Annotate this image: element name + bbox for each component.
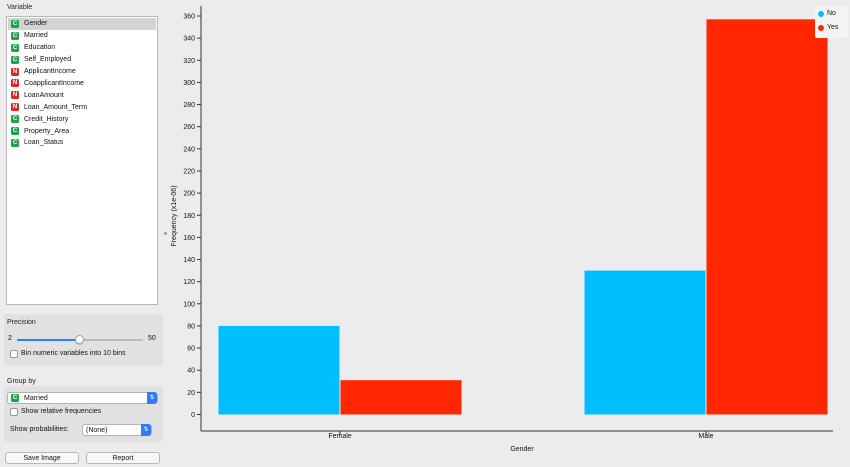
y-tick-label: 80 <box>187 323 195 330</box>
show-probabilities-value: (None) <box>86 426 108 434</box>
y-tick-label: 340 <box>183 36 195 43</box>
variable-name: CoapplicantIncome <box>24 79 84 87</box>
report-button[interactable]: Report <box>86 452 160 464</box>
variable-list-item[interactable]: C Married <box>8 30 156 42</box>
variable-name: Self_Employed <box>24 56 72 64</box>
y-tick-label: 120 <box>183 279 195 286</box>
legend-swatch <box>818 24 824 31</box>
variable-list-item[interactable]: C Property_Area <box>8 125 156 137</box>
y-tick-label: 220 <box>183 168 195 175</box>
variable-name: Married <box>24 32 48 40</box>
y-tick-label: 60 <box>187 346 195 353</box>
group-by-label: Group by <box>7 378 36 385</box>
variable-list-item[interactable]: C Self_Employed <box>8 54 156 66</box>
legend-label: Yes <box>827 24 839 31</box>
precision-min-label: 2 <box>8 335 12 342</box>
categorical-type-icon: C <box>11 55 19 64</box>
control-panel: Variable C Gender C Married C Education C Self_… <box>0 0 166 467</box>
precision-slider-handle[interactable] <box>75 335 84 344</box>
y-tick-label: 300 <box>183 80 195 87</box>
variable-list-item[interactable]: C Education <box>8 42 156 54</box>
legend-label: No <box>827 10 836 17</box>
categorical-type-icon: C <box>11 394 19 402</box>
save-image-button[interactable]: Save Image <box>5 452 79 464</box>
relative-frequencies-label: Show relative frequencies <box>21 408 102 415</box>
x-tick-label: Female <box>328 433 351 440</box>
y-tick-label: 140 <box>183 257 195 264</box>
categorical-type-icon: C <box>11 19 19 28</box>
categorical-type-icon: C <box>11 43 19 52</box>
variable-name: LoanAmount <box>24 91 64 99</box>
y-tick-label: 20 <box>187 390 195 397</box>
categorical-type-icon: C <box>11 31 19 40</box>
numeric-type-icon: N <box>11 91 19 100</box>
variable-name: Property_Area <box>24 127 70 135</box>
variable-section-label: Variable <box>7 4 33 11</box>
numeric-type-icon: N <box>11 67 19 76</box>
bin-numeric-label: Bin numeric variables into 10 bins <box>21 350 126 357</box>
variable-list-item[interactable]: C Loan_Status <box>8 137 156 149</box>
categorical-type-icon: C <box>11 115 19 124</box>
y-tick-label: 180 <box>183 213 195 220</box>
variable-list-item[interactable]: N LoanAmount <box>8 89 156 101</box>
chart-legend: No Yes <box>815 6 848 38</box>
y-tick-label: 40 <box>187 368 195 375</box>
y-tick-label: 360 <box>183 14 195 21</box>
variable-list-item[interactable]: N CoapplicantIncome <box>8 78 156 90</box>
precision-slider-fill <box>17 339 80 341</box>
variable-list[interactable]: C Gender C Married C Education C Self_Employed N… <box>6 16 158 305</box>
variable-list-item[interactable]: N ApplicantIncome <box>8 66 156 78</box>
x-axis-title: Gender <box>510 446 534 453</box>
y-tick-label: 260 <box>183 124 195 131</box>
numeric-type-icon: N <box>11 79 19 88</box>
group-by-select[interactable]: C Married ⇅ <box>7 392 158 404</box>
show-probabilities-label: Show probabilities: <box>10 426 69 433</box>
show-probabilities-select[interactable]: (None) ⇅ <box>82 424 152 436</box>
y-tick-label: 200 <box>183 191 195 198</box>
chevron-updown-icon: ⇅ <box>147 392 157 404</box>
bar-no-male <box>584 270 706 415</box>
variable-list-item[interactable]: C Gender <box>8 18 156 30</box>
variable-name: ApplicantIncome <box>24 68 76 76</box>
chart-canvas: 0 20 40 60 80 100 120 140 160 180 200 220 240 260 280 3… <box>171 6 833 453</box>
variable-name: Gender <box>24 20 48 28</box>
precision-max-label: 50 <box>148 335 156 342</box>
legend-item: No <box>818 10 836 17</box>
y-tick-label: 0 <box>191 412 195 419</box>
group-by-selected-value: Married <box>24 394 48 402</box>
y-tick-label: 100 <box>183 301 195 308</box>
bin-numeric-checkbox[interactable] <box>10 350 18 358</box>
relative-frequencies-checkbox[interactable] <box>10 408 18 416</box>
chevron-updown-icon: ⇅ <box>141 424 151 436</box>
x-tick-label: Male <box>698 433 713 440</box>
precision-label: Precision <box>7 319 36 326</box>
categorical-type-icon: C <box>11 127 19 136</box>
y-tick-label: 280 <box>183 102 195 109</box>
bar-no-female <box>218 325 340 415</box>
bar-yes-female <box>340 380 462 415</box>
variable-name: Loan_Status <box>24 139 64 147</box>
y-tick-label: 240 <box>183 146 195 153</box>
legend-swatch <box>818 10 824 17</box>
y-tick-label: 160 <box>183 235 195 242</box>
y-axis-title: Frequency (x1e-06) <box>171 185 178 246</box>
categorical-type-icon: C <box>11 138 19 147</box>
legend-item: Yes <box>818 24 838 31</box>
numeric-type-icon: N <box>11 103 19 112</box>
variable-name: Loan_Amount_Term <box>24 103 88 111</box>
variable-name: Credit_History <box>24 115 69 123</box>
y-tick-label: 320 <box>183 58 195 65</box>
distribution-chart: 0 20 40 60 80 100 120 140 160 180 200 220 240 260 280 3… <box>166 0 850 467</box>
bar-yes-male <box>706 19 828 415</box>
variable-list-item[interactable]: C Credit_History <box>8 113 156 125</box>
variable-name: Education <box>24 44 56 52</box>
variable-list-item[interactable]: N Loan_Amount_Term <box>8 101 156 113</box>
